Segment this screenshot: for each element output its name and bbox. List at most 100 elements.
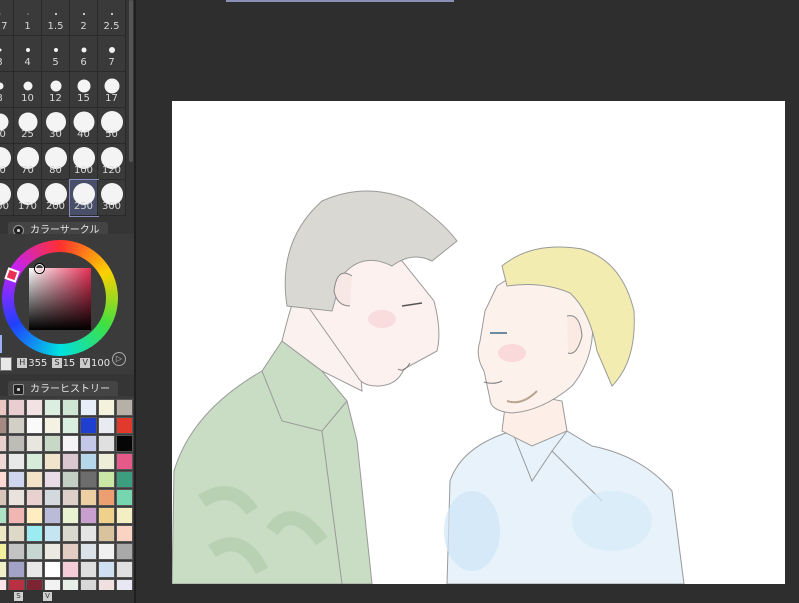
color-history-swatch[interactable] [0,435,7,452]
color-history-swatch[interactable] [62,507,79,524]
color-history-swatch[interactable] [80,543,97,560]
color-history-swatch[interactable] [26,453,43,470]
color-history-swatch[interactable] [0,471,7,488]
brush-size-cell[interactable]: 2 [70,0,98,36]
color-history-swatch[interactable] [80,399,97,416]
color-history-swatch[interactable] [80,435,97,452]
color-history-swatch[interactable] [26,561,43,578]
brush-size-cell[interactable]: 5 [42,36,70,72]
color-history-swatch[interactable] [44,525,61,542]
color-history-swatch[interactable] [62,435,79,452]
panel-divider[interactable] [134,0,136,603]
saturation-value-square[interactable] [29,268,91,330]
color-history-swatch[interactable] [8,543,25,560]
color-history-swatch[interactable] [98,399,115,416]
color-history-swatch[interactable] [26,489,43,506]
color-history-swatch[interactable] [0,561,7,578]
color-history-swatch[interactable] [62,489,79,506]
color-history-swatch[interactable] [116,507,133,524]
brush-size-scrollbar[interactable] [129,0,133,162]
color-history-swatch[interactable] [98,417,115,434]
drawing-canvas[interactable] [172,101,785,584]
color-history-swatch[interactable] [80,525,97,542]
color-history-swatch[interactable] [98,471,115,488]
color-history-swatch[interactable] [44,399,61,416]
color-history-swatch[interactable] [0,417,7,434]
color-history-swatch[interactable] [98,435,115,452]
saturation-value-marker[interactable] [35,264,44,273]
color-history-swatch[interactable] [44,453,61,470]
footer-v-key[interactable]: V [43,592,52,601]
color-history-swatch[interactable] [98,489,115,506]
color-history-swatch[interactable] [8,489,25,506]
brush-size-cell[interactable]: 200 [42,180,70,216]
color-history-swatch[interactable] [98,507,115,524]
brush-size-cell[interactable]: 15 [70,72,98,108]
brush-size-cell[interactable]: 10 [14,72,42,108]
brush-size-cell[interactable]: 1.5 [42,0,70,36]
color-history-swatch[interactable] [116,399,133,416]
color-history-swatch[interactable] [26,525,43,542]
brush-size-cell[interactable]: 3 [0,36,14,72]
color-history-swatch[interactable] [26,543,43,560]
color-history-swatch[interactable] [62,417,79,434]
color-history-swatch[interactable] [8,525,25,542]
color-history-swatch[interactable] [44,489,61,506]
brush-size-cell[interactable]: 6 [70,36,98,72]
color-history-swatch[interactable] [98,525,115,542]
color-history-swatch[interactable] [116,489,133,506]
brush-size-cell[interactable]: 250 [69,179,99,217]
main-color-swatch[interactable] [0,357,12,371]
brush-size-cell[interactable]: 2.5 [98,0,126,36]
color-history-swatch[interactable] [44,543,61,560]
color-history-swatch[interactable] [8,453,25,470]
color-history-swatch[interactable] [98,543,115,560]
color-history-swatch[interactable] [26,399,43,416]
color-history-swatch[interactable] [44,561,61,578]
color-history-swatch[interactable] [98,453,115,470]
color-history-swatch[interactable] [26,471,43,488]
brush-size-cell[interactable]: 17 [98,72,126,108]
color-history-swatch[interactable] [26,417,43,434]
color-history-swatch[interactable] [8,561,25,578]
color-history-swatch[interactable] [44,435,61,452]
color-history-swatch[interactable] [44,471,61,488]
brush-size-cell[interactable]: 20 [0,108,14,144]
color-history-swatch[interactable] [116,417,133,434]
color-history-swatch[interactable] [80,453,97,470]
color-history-swatch[interactable] [62,471,79,488]
brush-size-cell[interactable]: 40 [70,108,98,144]
color-history-swatch[interactable] [8,435,25,452]
sub-color-swatch[interactable] [0,335,2,353]
color-history-swatch[interactable] [26,507,43,524]
color-history-swatch[interactable] [0,525,7,542]
color-history-swatch[interactable] [116,525,133,542]
brush-size-cell[interactable]: 0.7 [0,0,14,36]
footer-s-key[interactable]: S [14,592,23,601]
color-history-swatch[interactable] [62,399,79,416]
brush-size-cell[interactable]: 8 [0,72,14,108]
color-history-swatch[interactable] [0,543,7,560]
color-history-swatch[interactable] [0,453,7,470]
brush-size-cell[interactable]: 4 [14,36,42,72]
brush-size-cell[interactable]: 50 [98,108,126,144]
color-history-swatch[interactable] [116,435,133,452]
color-history-swatch[interactable] [62,543,79,560]
play-icon[interactable]: ▷ [112,352,126,366]
color-history-swatch[interactable] [116,453,133,470]
color-history-swatch[interactable] [116,543,133,560]
color-history-swatch[interactable] [116,471,133,488]
brush-size-cell[interactable]: 120 [98,144,126,180]
brush-size-cell[interactable]: 80 [42,144,70,180]
color-history-swatch[interactable] [0,399,7,416]
brush-size-cell[interactable]: 300 [98,180,126,216]
color-history-swatch[interactable] [8,417,25,434]
brush-size-cell[interactable]: 170 [14,180,42,216]
color-history-swatch[interactable] [8,399,25,416]
color-history-swatch[interactable] [44,507,61,524]
color-history-swatch[interactable] [8,507,25,524]
brush-size-cell[interactable]: 30 [42,108,70,144]
brush-size-cell[interactable]: 60 [0,144,14,180]
color-history-swatch[interactable] [80,417,97,434]
color-history-swatch[interactable] [0,507,7,524]
